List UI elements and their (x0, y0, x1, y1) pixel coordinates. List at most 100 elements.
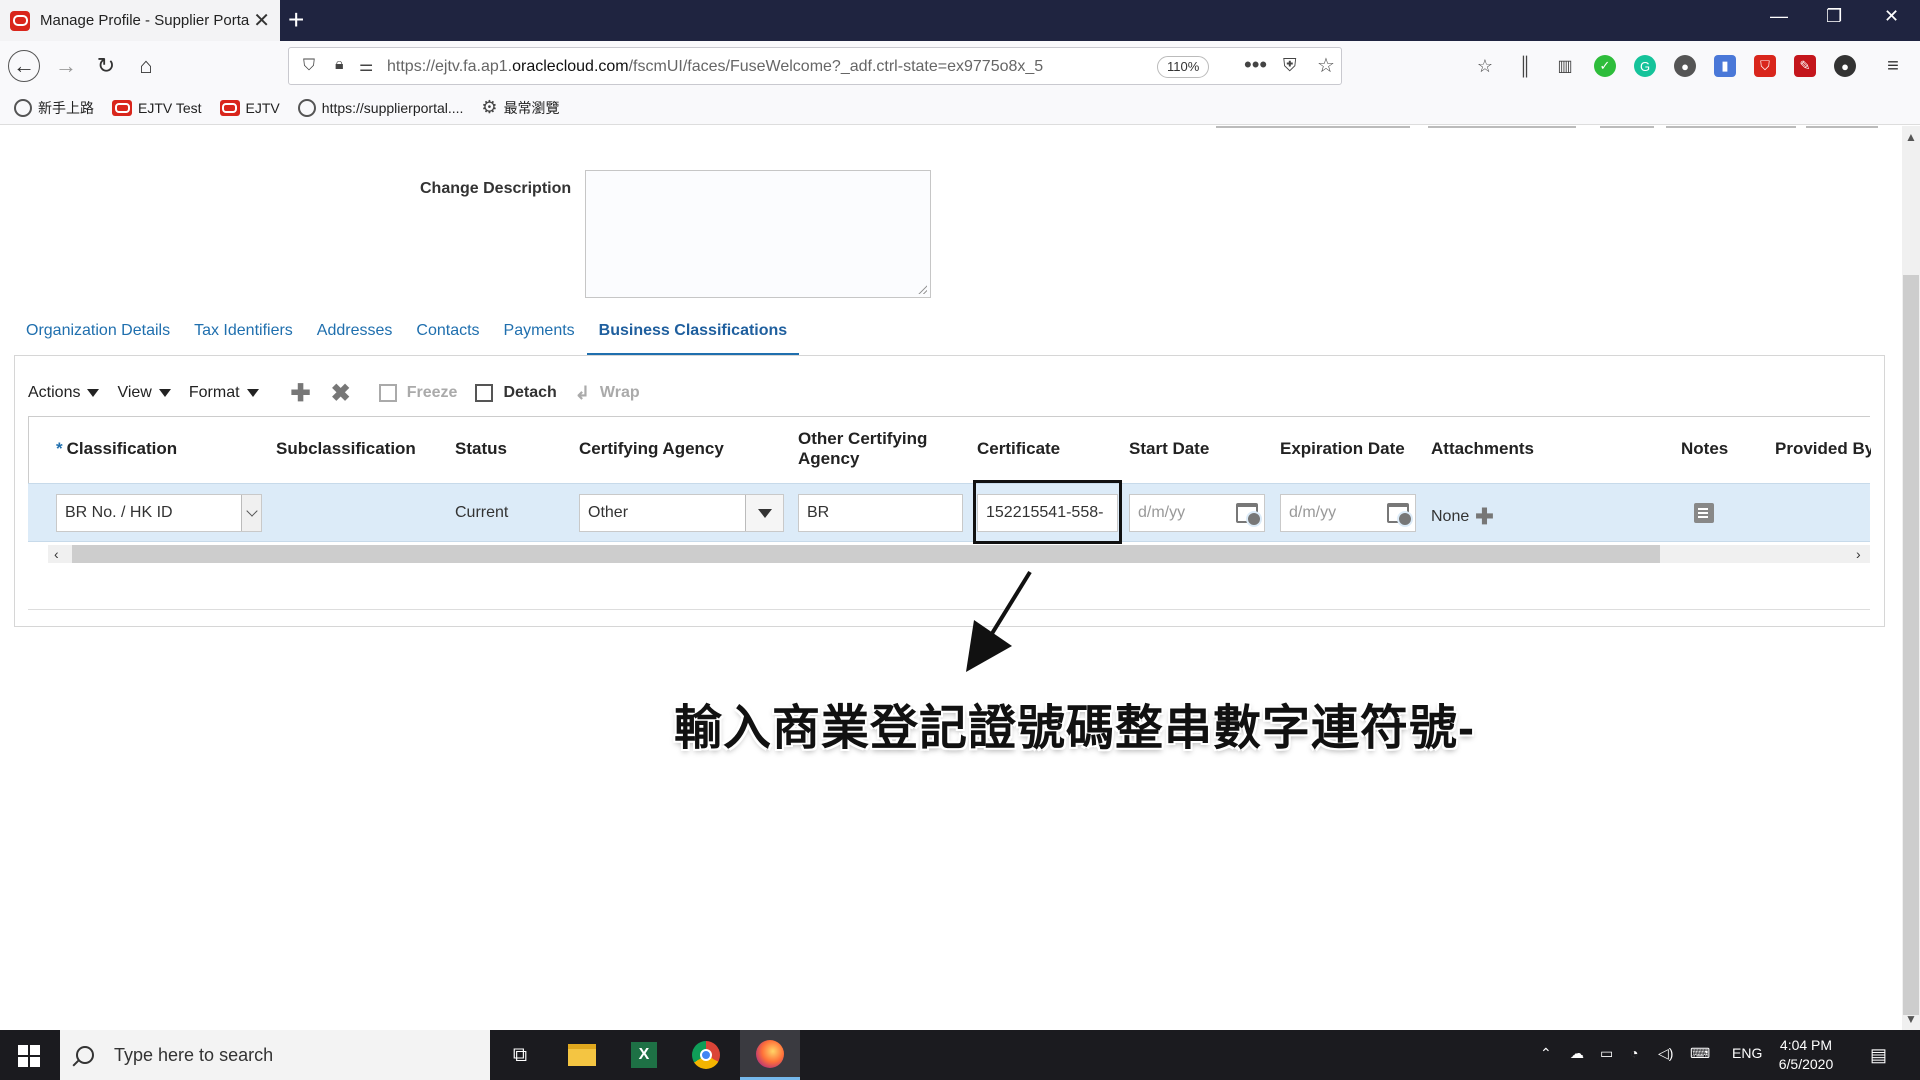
col-other-certifying-agency[interactable]: Other Certifying Agency (798, 429, 938, 469)
wrap-button[interactable]: ↲ Wrap (575, 383, 640, 404)
add-attachment-icon[interactable]: ✚ (1475, 504, 1493, 530)
browser-titlebar: Manage Profile - Supplier Portal ✕ + — ❐… (0, 0, 1920, 41)
shield-extension-icon[interactable]: ⛉ (1754, 55, 1776, 77)
library-icon[interactable]: ║ (1514, 55, 1536, 77)
more-icon[interactable]: ••• (1244, 52, 1267, 78)
sidebar-icon[interactable]: ▥ (1554, 55, 1576, 77)
bookmark-item[interactable]: 新手上路 (14, 98, 94, 118)
bookmark-item[interactable]: https://supplierportal.... (297, 98, 463, 117)
menu-icon[interactable]: ≡ (1882, 55, 1904, 77)
extension-icon[interactable]: ● (1834, 55, 1856, 77)
tab-tax-identifiers[interactable]: Tax Identifiers (182, 312, 305, 356)
reading-list-icon[interactable]: ☆ (1474, 55, 1496, 77)
bookmark-item[interactable]: EJTV Test (112, 99, 202, 116)
freeze-button[interactable]: Freeze (378, 384, 457, 402)
scroll-left-icon[interactable]: ‹ (54, 546, 59, 562)
col-classification[interactable]: * Classification (56, 439, 177, 459)
expiration-date-input[interactable]: d/m/yy (1280, 494, 1416, 532)
start-date-input[interactable]: d/m/yy (1129, 494, 1265, 532)
attachments-value[interactable]: None ✚ (1431, 504, 1494, 530)
divider (1600, 126, 1654, 128)
col-subclassification[interactable]: Subclassification (276, 439, 416, 459)
col-status[interactable]: Status (455, 439, 507, 459)
format-menu[interactable]: Format (189, 384, 259, 402)
permissions-icon[interactable]: ⚌ (359, 56, 373, 76)
url-bar[interactable]: ⛉ 🔒︎ ⚌ https://ejtv.fa.ap1.oraclecloud.c… (288, 47, 1342, 85)
zoom-level[interactable]: 110% (1157, 56, 1210, 78)
excel-icon[interactable]: X (614, 1030, 674, 1080)
reload-icon[interactable]: ↻ (90, 50, 122, 82)
bookmark-extension-icon[interactable]: ▮ (1714, 55, 1736, 77)
vertical-scrollbar-thumb[interactable] (1903, 275, 1919, 1015)
change-description-textarea[interactable] (585, 170, 931, 298)
tab-organization-details[interactable]: Organization Details (14, 312, 182, 356)
wifi-icon[interactable]: ◔ (1630, 1045, 1638, 1061)
tab-contacts[interactable]: Contacts (404, 312, 491, 356)
scroll-right-icon[interactable]: › (1856, 546, 1861, 562)
bookmark-item[interactable]: EJTV (219, 99, 280, 116)
pdf-extension-icon[interactable]: ✎ (1794, 55, 1816, 77)
view-menu[interactable]: View (117, 384, 170, 402)
window-close-icon[interactable]: ✕ (1884, 6, 1899, 27)
windows-start-icon[interactable] (18, 1045, 40, 1067)
onedrive-icon[interactable]: ☁ (1570, 1045, 1584, 1062)
delete-icon[interactable]: ✖ (331, 379, 351, 408)
account-icon[interactable]: ● (1674, 55, 1696, 77)
col-certifying-agency[interactable]: Certifying Agency (579, 439, 724, 459)
minimize-icon[interactable]: — (1770, 6, 1788, 27)
back-icon[interactable]: ← (8, 50, 40, 82)
detach-button[interactable]: Detach (475, 384, 557, 402)
actions-menu[interactable]: Actions (28, 384, 99, 402)
col-provided-by[interactable]: Provided By (1775, 439, 1871, 459)
certifying-agency-select[interactable]: Other (579, 494, 784, 532)
tab-business-classifications[interactable]: Business Classifications (586, 312, 800, 356)
forward-icon[interactable]: → (50, 50, 82, 82)
col-expiration-date[interactable]: Expiration Date (1280, 439, 1405, 459)
shield-icon[interactable]: ⛉ (303, 57, 315, 75)
lock-icon[interactable]: 🔒︎ (335, 56, 344, 74)
battery-icon[interactable]: ▭ (1600, 1045, 1613, 1062)
scroll-down-icon[interactable]: ▼ (1905, 1012, 1917, 1026)
grammarly-icon[interactable]: G (1634, 55, 1656, 77)
oracle-icon (219, 99, 240, 116)
calendar-icon[interactable] (1236, 503, 1262, 527)
file-explorer-icon[interactable] (552, 1030, 612, 1080)
tab-payments[interactable]: Payments (492, 312, 587, 356)
task-view-icon[interactable]: ⧉ (490, 1030, 550, 1080)
firefox-icon[interactable] (740, 1030, 800, 1080)
volume-icon[interactable]: ◁) (1658, 1045, 1673, 1062)
url-text[interactable]: https://ejtv.fa.ap1.oraclecloud.com/fscm… (387, 58, 1043, 76)
chrome-icon[interactable] (676, 1030, 736, 1080)
col-start-date[interactable]: Start Date (1129, 439, 1209, 459)
chevron-down-icon[interactable] (241, 495, 261, 531)
check-extension-icon[interactable]: ✓ (1594, 55, 1616, 77)
notes-icon[interactable] (1694, 503, 1714, 523)
horizontal-scrollbar-thumb[interactable] (72, 545, 1660, 563)
keyboard-icon[interactable]: ⌨ (1690, 1045, 1710, 1062)
close-icon[interactable]: ✕ (253, 8, 270, 33)
new-tab-icon[interactable]: + (288, 4, 304, 36)
scroll-up-icon[interactable]: ▲ (1905, 130, 1917, 144)
restore-icon[interactable]: ❐ (1826, 6, 1842, 27)
notifications-icon[interactable]: ▤ (1870, 1045, 1887, 1066)
divider (1806, 126, 1878, 128)
col-certificate[interactable]: Certificate (977, 439, 1060, 459)
browser-tab[interactable]: Manage Profile - Supplier Portal ✕ (0, 0, 280, 41)
other-certifying-agency-input[interactable]: BR (798, 494, 963, 532)
calendar-icon[interactable] (1387, 503, 1413, 527)
taskbar-search[interactable]: Type here to search (60, 1030, 490, 1080)
taskbar-clock[interactable]: 4:04 PM 6/5/2020 (1768, 1036, 1844, 1074)
col-notes[interactable]: Notes (1681, 439, 1728, 459)
col-attachments[interactable]: Attachments (1431, 439, 1534, 459)
tab-addresses[interactable]: Addresses (305, 312, 405, 356)
dropdown-arrow-icon[interactable] (745, 495, 783, 531)
language-indicator[interactable]: ENG (1732, 1045, 1762, 1061)
tray-chevron-icon[interactable]: ⌃ (1540, 1045, 1552, 1062)
bookmark-star-icon[interactable]: ☆ (1317, 53, 1335, 78)
add-icon[interactable]: ✚ (291, 379, 311, 408)
annotation-text: 輸入商業登記證號碼整串數字連符號- (674, 702, 1475, 755)
home-icon[interactable]: ⌂ (130, 50, 162, 82)
bookmark-item[interactable]: ⚙ 最常瀏覽 (481, 97, 559, 118)
classification-select[interactable]: BR No. / HK ID (56, 494, 262, 532)
pocket-icon[interactable]: ⛨ (1283, 55, 1297, 76)
